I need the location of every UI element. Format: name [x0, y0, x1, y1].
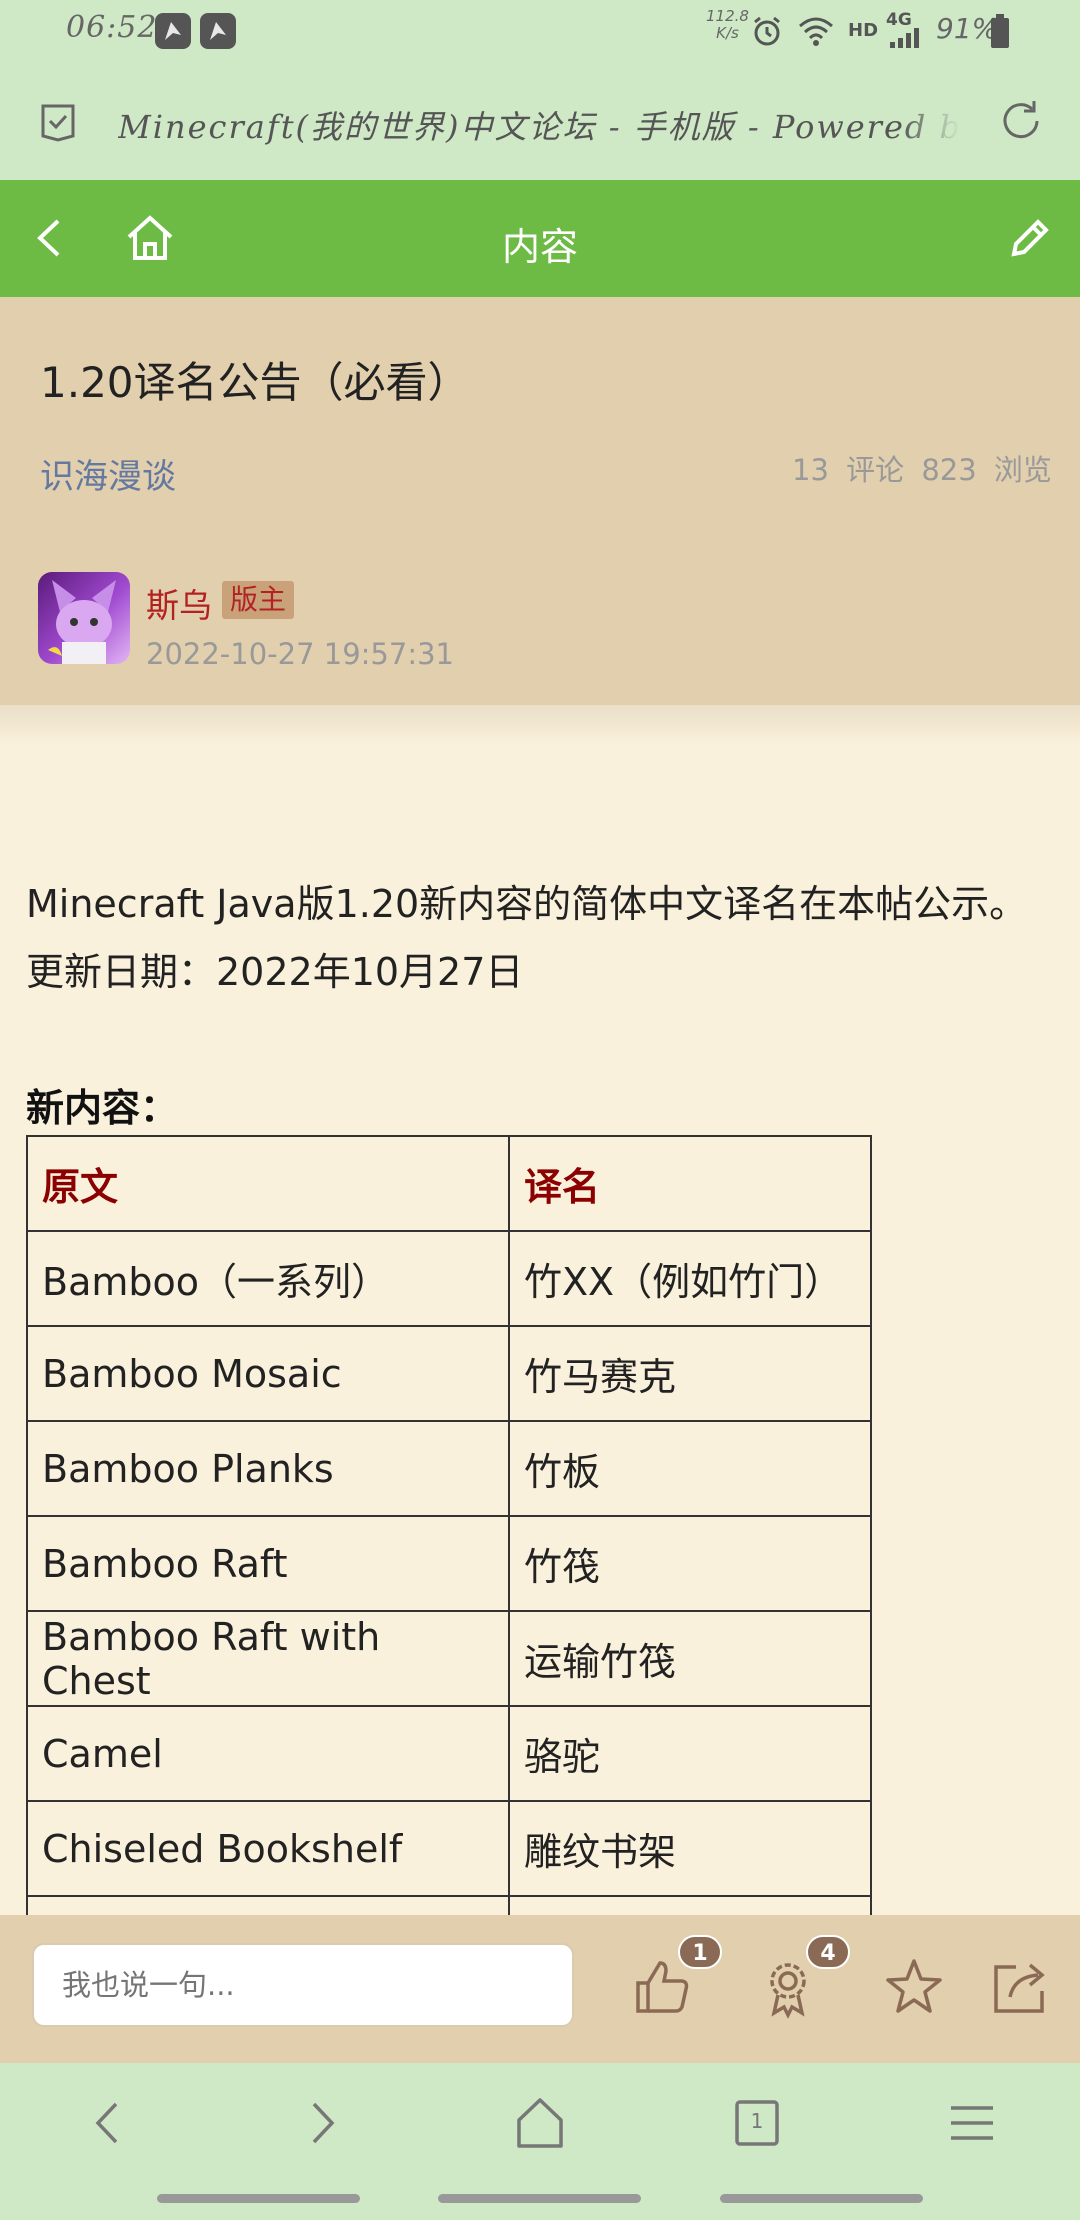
section-title: 新内容：	[26, 1086, 179, 1130]
nav-forward-icon[interactable]	[288, 2088, 358, 2158]
signal-icon	[888, 28, 922, 48]
share-icon	[994, 1963, 1045, 2013]
column-header-original: 原文	[26, 1135, 510, 1232]
app-header: 内容	[0, 180, 1080, 297]
share-button[interactable]	[988, 1955, 1052, 2019]
cell-translation: 竹XX（例如竹门）	[508, 1230, 872, 1327]
edit-icon[interactable]	[1006, 214, 1054, 262]
page-title: 内容	[501, 225, 578, 269]
battery-icon	[990, 14, 1010, 48]
table-row: Bamboo Planks 竹板	[26, 1420, 872, 1517]
column-header-translation: 译名	[508, 1135, 872, 1232]
status-bar: 06:52 112.8 K/s HD 4G 91%	[0, 0, 1080, 62]
nav-back-icon[interactable]	[72, 2088, 142, 2158]
table-row	[26, 1895, 872, 1915]
nav-menu-icon[interactable]	[937, 2088, 1007, 2158]
refresh-icon[interactable]	[998, 98, 1044, 144]
table-row: Bamboo Mosaic 竹马赛克	[26, 1325, 872, 1422]
cell-original: Camel	[26, 1705, 510, 1802]
battery-percent: 91%	[936, 12, 999, 45]
table-row: Camel 骆驼	[26, 1705, 872, 1802]
cell-original: Bamboo Raft	[26, 1515, 510, 1612]
gesture-pill	[720, 2194, 923, 2203]
award-count-badge: 4	[806, 1935, 850, 1969]
comment-input[interactable]	[32, 1943, 574, 2027]
forum-link[interactable]: 识海漫谈	[40, 449, 176, 498]
post-title: 1.20译名公告（必看）	[40, 358, 470, 407]
post-content: Minecraft Java版1.20新内容的简体中文译名在本帖公示。更新日期：…	[0, 705, 1080, 1915]
url-fade	[900, 92, 960, 152]
table-row: Bamboo Raft 竹筏	[26, 1515, 872, 1612]
gesture-pill	[157, 2194, 360, 2203]
network-speed: 112.8 K/s	[706, 7, 749, 42]
browser-address-bar: Minecraft(我的世界)中文论坛 - 手机版 - Powered by	[0, 62, 1080, 180]
cell-translation: 雕纹书架	[508, 1800, 872, 1897]
header-shadow	[0, 705, 1080, 745]
table-row: Bamboo（一系列） 竹XX（例如竹门）	[26, 1230, 872, 1327]
post-header: 1.20译名公告（必看） 识海漫谈 13 评论 823 浏览 斯乌 版主 202…	[0, 297, 1080, 705]
like-count-badge: 1	[678, 1935, 722, 1969]
page-url-title[interactable]: Minecraft(我的世界)中文论坛 - 手机版 - Powered by	[118, 102, 958, 148]
view-count: 823 浏览	[921, 453, 1052, 487]
post-date: 2022-10-27 19:57:31	[146, 637, 454, 671]
cell-original: Bamboo Planks	[26, 1420, 510, 1517]
translation-table: 原文 译名 Bamboo（一系列） 竹XX（例如竹门） Bamboo Mosai…	[26, 1135, 872, 1915]
cell-translation: 竹板	[508, 1420, 872, 1517]
cell-original: Chiseled Bookshelf	[26, 1800, 510, 1897]
post-intro: Minecraft Java版1.20新内容的简体中文译名在本帖公示。更新日期：…	[26, 882, 1028, 994]
cell-translation: 竹筏	[508, 1515, 872, 1612]
post-stats: 13 评论 823 浏览	[792, 447, 1052, 489]
cell-translation: 运输竹筏	[508, 1610, 872, 1707]
award-button[interactable]	[756, 1955, 820, 2019]
award-icon	[770, 1963, 806, 2019]
gesture-pill	[438, 2194, 641, 2203]
author-name[interactable]: 斯乌	[146, 579, 212, 627]
status-time: 06:52	[66, 10, 158, 45]
cell-original: Bamboo（一系列）	[26, 1230, 510, 1327]
cell-original: Bamboo Mosaic	[26, 1325, 510, 1422]
favorite-button[interactable]	[882, 1955, 946, 2019]
cell-original	[26, 1895, 510, 1915]
bookmark-check-icon[interactable]	[38, 102, 78, 142]
alarm-icon	[750, 14, 784, 48]
browser-nav-bar: 1	[0, 2063, 1080, 2220]
tab-count: 1	[750, 2109, 764, 2133]
cell-translation	[508, 1895, 872, 1915]
app-notification-icon	[200, 13, 236, 49]
cell-translation: 竹马赛克	[508, 1325, 872, 1422]
hd-indicator: HD	[848, 20, 879, 41]
star-icon	[886, 1959, 942, 2013]
app-notification-icon	[155, 13, 191, 49]
nav-home-icon[interactable]	[505, 2088, 575, 2158]
table-row: Bamboo Raft with Chest 运输竹筏	[26, 1610, 872, 1707]
cell-original: Bamboo Raft with Chest	[26, 1610, 510, 1707]
moderator-badge: 版主	[222, 581, 295, 619]
network-type: 4G	[886, 10, 912, 30]
wifi-icon	[796, 14, 836, 48]
cell-translation: 骆驼	[508, 1705, 872, 1802]
avatar[interactable]	[38, 572, 130, 664]
table-row: Chiseled Bookshelf 雕纹书架	[26, 1800, 872, 1897]
table-header-row: 原文 译名	[26, 1135, 872, 1232]
comment-count: 13 评论	[792, 453, 905, 487]
comment-bar: 1 4	[0, 1915, 1080, 2063]
